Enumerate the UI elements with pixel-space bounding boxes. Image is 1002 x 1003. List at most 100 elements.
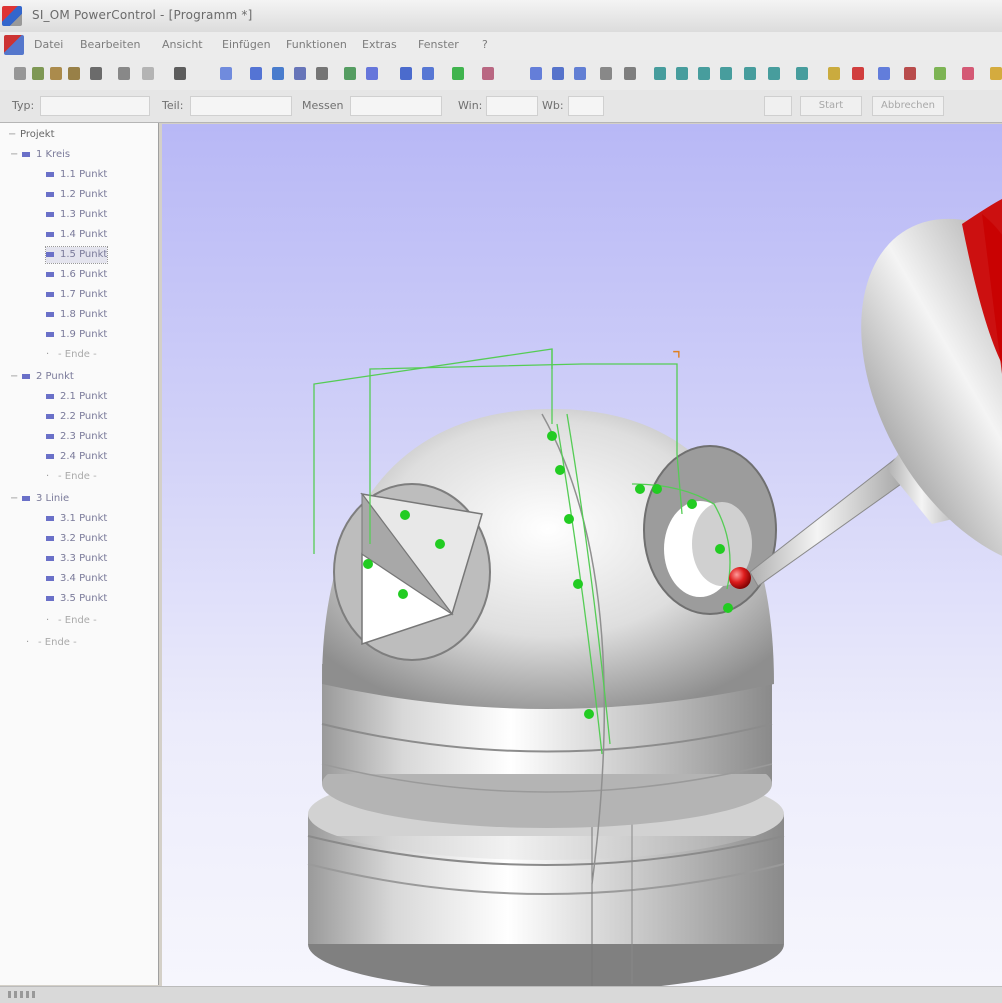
plane-icon[interactable] (344, 67, 356, 80)
triangle-pocket[interactable] (333, 483, 491, 661)
pointer-icon[interactable] (220, 67, 232, 80)
paste-icon[interactable] (174, 67, 186, 80)
probe-point[interactable] (547, 431, 557, 441)
tree-item[interactable]: 2.3 Punkt (46, 429, 107, 445)
tree-item[interactable]: 2.1 Punkt (46, 389, 107, 405)
tree-item[interactable]: 3.5 Punkt (46, 591, 107, 607)
menu-ansicht[interactable]: Ansicht (162, 38, 203, 54)
tree-item[interactable]: 2.4 Punkt (46, 449, 107, 465)
wb-field[interactable] (568, 96, 604, 116)
probe-point[interactable] (435, 539, 445, 549)
probe-point[interactable] (584, 709, 594, 719)
tree-item[interactable]: 2.2 Punkt (46, 409, 107, 425)
section-icon[interactable] (796, 67, 808, 80)
probe-point[interactable] (564, 514, 574, 524)
tree-root[interactable]: − Projekt (8, 127, 55, 143)
cylinder-icon[interactable] (366, 67, 378, 80)
menu-help[interactable]: ? (482, 38, 488, 54)
program-tree[interactable]: − Projekt −1 Kreis 1.1 Punkt 1.2 Punkt 1.… (0, 123, 159, 985)
open-folder-icon[interactable] (50, 67, 62, 80)
type-field[interactable] (40, 96, 150, 116)
cancel-button[interactable]: Abbrechen (872, 96, 944, 116)
probe-point[interactable] (398, 589, 408, 599)
print-icon[interactable] (90, 67, 102, 80)
point-icon[interactable] (272, 67, 284, 80)
menu-datei[interactable]: Datei (34, 38, 63, 54)
view-front-icon[interactable] (530, 67, 542, 80)
view-top-icon[interactable] (552, 67, 564, 80)
app-icon[interactable] (2, 6, 22, 26)
color-icon[interactable] (904, 67, 916, 80)
menu-funktionen[interactable]: Funktionen (286, 38, 347, 54)
tree-item[interactable]: 1.7 Punkt (46, 287, 107, 303)
measure-icon[interactable] (452, 67, 464, 80)
probe-point[interactable] (555, 465, 565, 475)
tree-item-end[interactable]: · - Ende - (46, 347, 97, 363)
tree-item-end[interactable]: · - Ende - (46, 469, 97, 485)
cone-icon[interactable] (422, 67, 434, 80)
circle-icon[interactable] (316, 67, 328, 80)
check-icon[interactable] (934, 67, 946, 80)
tree-item-end[interactable]: · - Ende - (46, 613, 97, 629)
probe-point[interactable] (363, 559, 373, 569)
tree-item[interactable]: 1.2 Punkt (46, 187, 107, 203)
hidden-icon[interactable] (768, 67, 780, 80)
small-button[interactable] (764, 96, 792, 116)
zoom-icon[interactable] (624, 67, 636, 80)
tree-end[interactable]: · - Ende - (26, 635, 77, 651)
tree-item[interactable]: 3.4 Punkt (46, 571, 107, 587)
help-icon[interactable] (990, 67, 1002, 80)
tree-group-3[interactable]: −3 Linie (10, 491, 69, 507)
tree-item[interactable]: 1.1 Punkt (46, 167, 107, 183)
menu-bearbeiten[interactable]: Bearbeiten (80, 38, 140, 54)
win-field[interactable] (486, 96, 538, 116)
report-icon[interactable] (482, 67, 494, 80)
probe-icon[interactable] (250, 67, 262, 80)
tree-item[interactable]: 1.3 Punkt (46, 207, 107, 223)
menu-einfuegen[interactable]: Einfügen (222, 38, 271, 54)
probe-point[interactable] (652, 484, 662, 494)
probe-point[interactable] (723, 603, 733, 613)
view-iso-icon[interactable] (600, 67, 612, 80)
tree-item[interactable]: 1.9 Punkt (46, 327, 107, 343)
bore-hole[interactable] (643, 445, 777, 615)
rotate-icon[interactable] (654, 67, 666, 80)
3d-viewport[interactable]: ⌝ (162, 124, 1002, 986)
cut-icon[interactable] (118, 67, 130, 80)
menu-extras[interactable]: Extras (362, 38, 397, 54)
menu-fenster[interactable]: Fenster (418, 38, 459, 54)
save-icon[interactable] (68, 67, 80, 80)
tree-item[interactable]: 3.1 Punkt (46, 511, 107, 527)
tree-item[interactable]: 1.4 Punkt (46, 227, 107, 243)
tree-group-2[interactable]: −2 Punkt (10, 369, 74, 385)
light-icon[interactable] (828, 67, 840, 80)
probe-point[interactable] (635, 484, 645, 494)
open-icon[interactable] (32, 67, 44, 80)
wire-icon[interactable] (744, 67, 756, 80)
cad-model-view[interactable]: ⌝ (162, 124, 1002, 986)
tree-group-1[interactable]: −1 Kreis (10, 147, 70, 163)
pan-icon[interactable] (676, 67, 688, 80)
probe-point[interactable] (687, 499, 697, 509)
start-button[interactable]: Start (800, 96, 862, 116)
measure-field[interactable] (350, 96, 442, 116)
sphere-icon[interactable] (400, 67, 412, 80)
probe-point[interactable] (715, 544, 725, 554)
tree-item[interactable]: 1.6 Punkt (46, 267, 107, 283)
new-icon[interactable] (14, 67, 26, 80)
fit-icon[interactable] (698, 67, 710, 80)
line-icon[interactable] (294, 67, 306, 80)
tree-item[interactable]: 1.8 Punkt (46, 307, 107, 323)
probe-point[interactable] (573, 579, 583, 589)
copy-icon[interactable] (142, 67, 154, 80)
tree-item[interactable]: 3.3 Punkt (46, 551, 107, 567)
tree-item-selected[interactable]: 1.5 Punkt (44, 246, 109, 264)
delete-icon[interactable] (962, 67, 974, 80)
stop-icon[interactable] (852, 67, 864, 80)
probe-ruby-tip[interactable] (729, 567, 751, 589)
options-icon[interactable] (878, 67, 890, 80)
view-side-icon[interactable] (574, 67, 586, 80)
resize-grip-icon[interactable] (8, 991, 36, 998)
tree-item[interactable]: 3.2 Punkt (46, 531, 107, 547)
part-field[interactable] (190, 96, 292, 116)
